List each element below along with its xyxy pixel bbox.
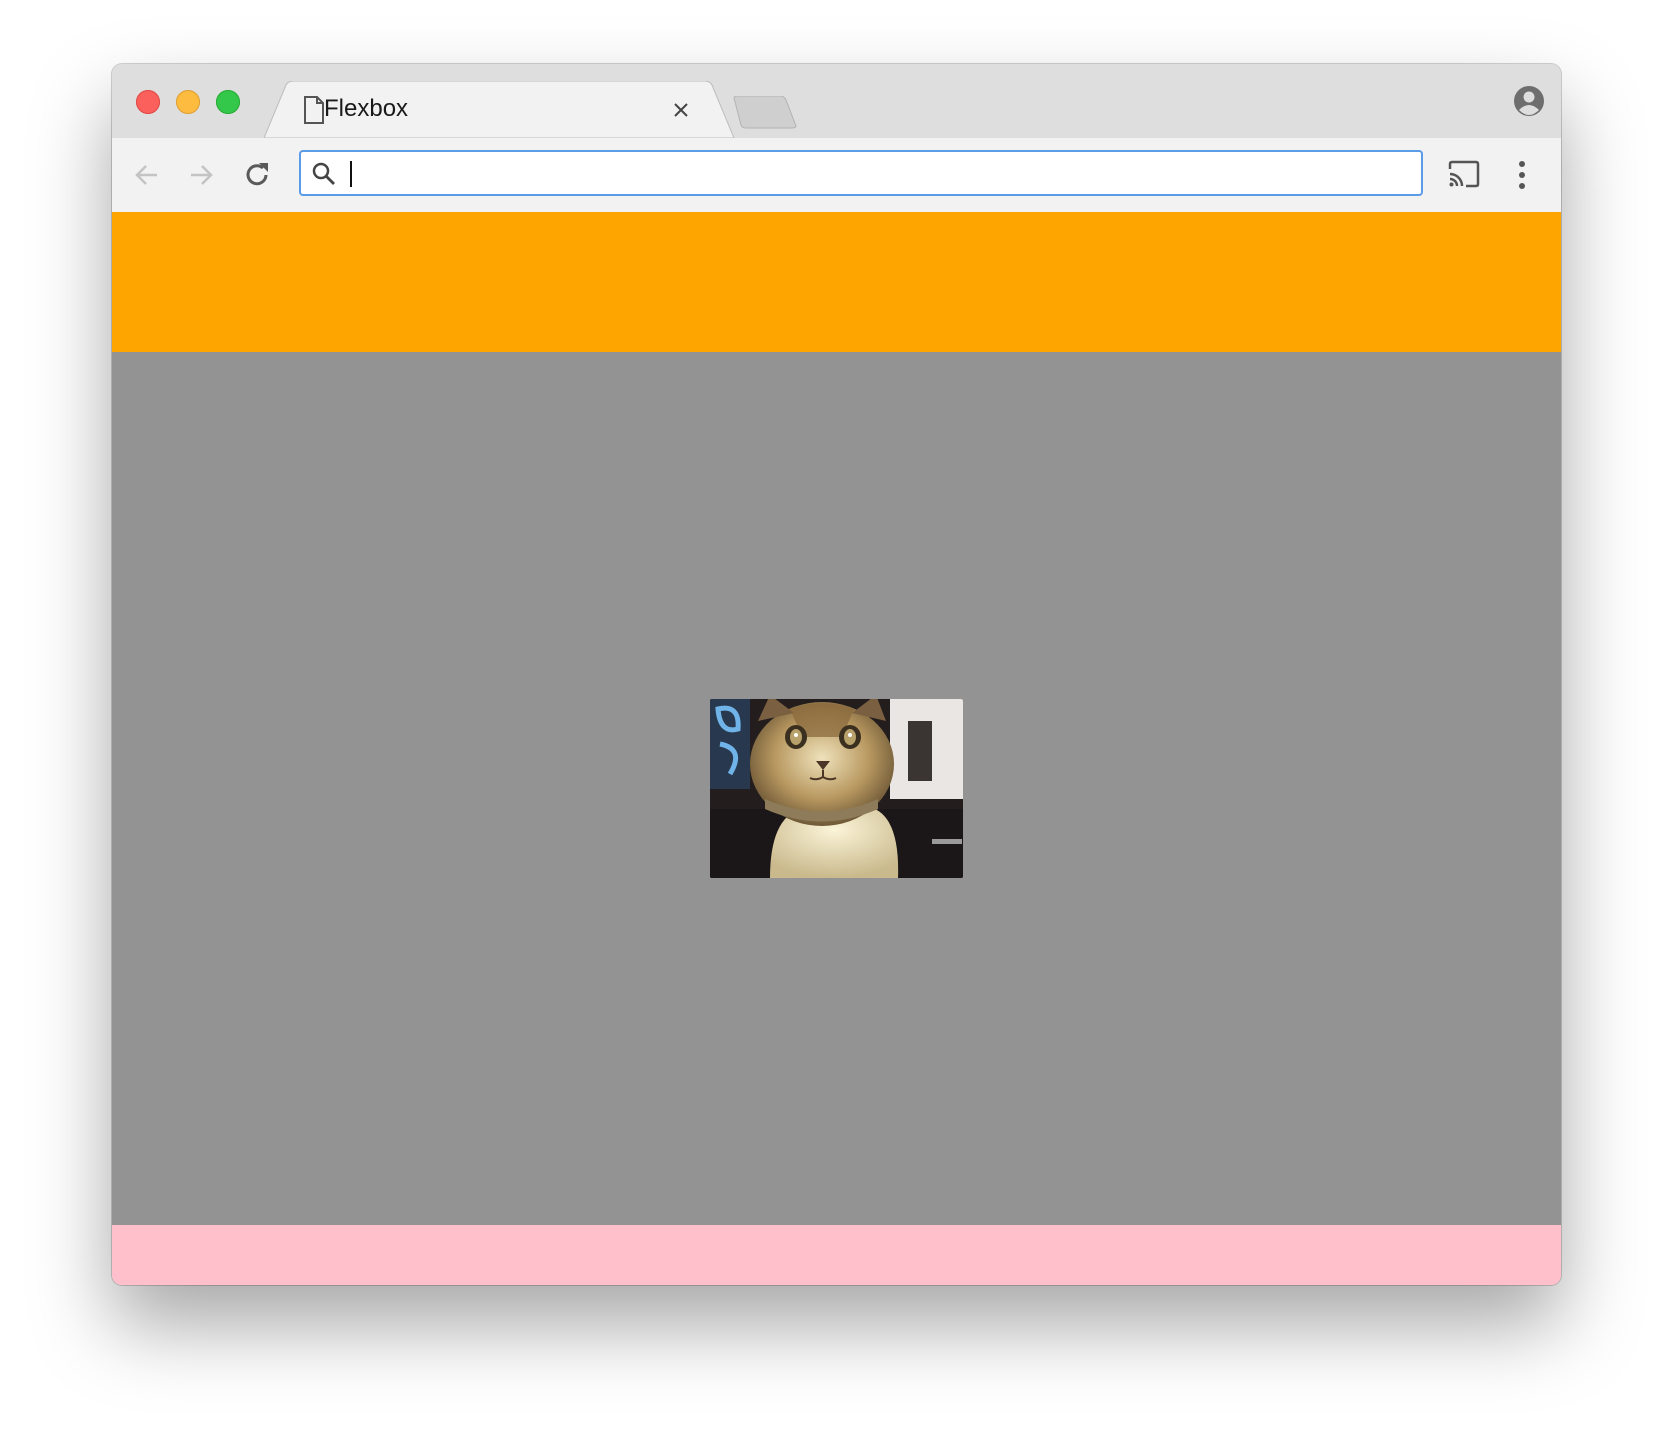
toolbar xyxy=(112,138,1561,213)
close-icon[interactable] xyxy=(672,101,690,119)
address-input[interactable] xyxy=(345,158,1405,188)
text-caret xyxy=(350,161,352,187)
reload-icon[interactable] xyxy=(240,158,274,192)
page-main xyxy=(112,352,1561,1225)
browser-window: Flexbox xyxy=(112,64,1561,1285)
page-footer xyxy=(112,1225,1561,1285)
window-maximize-button[interactable] xyxy=(216,90,240,114)
window-close-button[interactable] xyxy=(136,90,160,114)
page-header xyxy=(112,212,1561,352)
title-bar: Flexbox xyxy=(112,64,1561,138)
tab-title: Flexbox xyxy=(324,95,409,122)
new-tab-button[interactable] xyxy=(732,96,798,130)
more-vertical-icon[interactable] xyxy=(1516,158,1528,192)
address-bar[interactable] xyxy=(299,150,1423,196)
profile-icon[interactable] xyxy=(1513,85,1545,117)
document-icon xyxy=(304,96,324,124)
tab-flexbox[interactable]: Flexbox xyxy=(264,81,735,138)
search-icon xyxy=(312,162,335,185)
forward-arrow-icon[interactable] xyxy=(184,158,218,192)
page-content xyxy=(112,212,1561,1285)
window-minimize-button[interactable] xyxy=(176,90,200,114)
cast-icon[interactable] xyxy=(1447,160,1481,190)
back-arrow-icon[interactable] xyxy=(130,158,164,192)
cat-image xyxy=(710,699,963,878)
